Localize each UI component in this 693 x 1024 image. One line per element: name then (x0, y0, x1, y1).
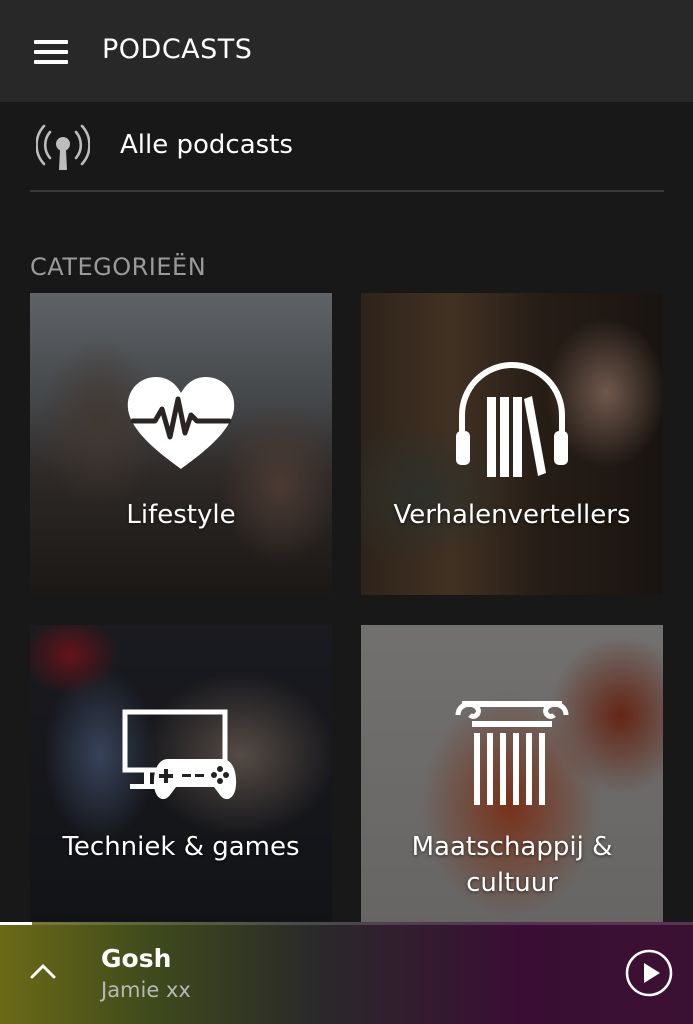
category-tile-techniek-games[interactable]: Techniek & games (30, 625, 332, 927)
top-app-bar: PODCASTS (0, 0, 693, 102)
all-podcasts-row[interactable]: Alle podcasts (30, 102, 664, 192)
category-label: Verhalenvertellers (393, 500, 631, 530)
category-label: Maatschappij & (411, 832, 613, 862)
headphones-books-icon (456, 362, 568, 477)
heartbeat-icon (127, 377, 235, 469)
hamburger-menu-icon[interactable] (34, 40, 68, 64)
now-playing-bar[interactable]: Gosh Jamie xx (0, 922, 693, 1024)
track-title: Gosh (101, 944, 172, 973)
all-podcasts-label: Alle podcasts (120, 130, 293, 160)
category-tile-verhalenvertellers[interactable]: Verhalenvertellers (361, 293, 663, 595)
category-tile-lifestyle[interactable]: Lifestyle (30, 293, 332, 595)
track-artist: Jamie xx (101, 978, 191, 1002)
chevron-up-icon[interactable] (28, 956, 58, 986)
category-label-line2: cultuur (466, 868, 558, 898)
progress-fill (0, 922, 32, 925)
page-title: PODCASTS (102, 34, 253, 65)
play-circle-icon[interactable] (625, 949, 673, 997)
category-tile-maatschappij-cultuur[interactable]: Maatschappij & cultuur (361, 625, 663, 924)
categories-heading: CATEGORIEËN (30, 253, 207, 281)
progress-track (0, 922, 693, 925)
column-icon (455, 701, 569, 805)
category-label: Techniek & games (62, 832, 300, 862)
category-label: Lifestyle (126, 500, 236, 530)
podcast-broadcast-icon (36, 124, 90, 170)
monitor-gamepad-icon (122, 709, 237, 800)
